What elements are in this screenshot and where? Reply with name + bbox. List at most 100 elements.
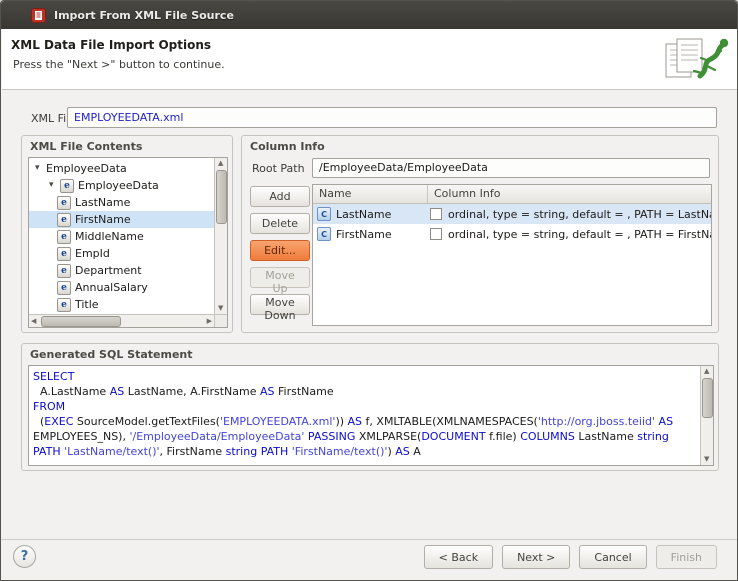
xml-element-icon: e [57, 264, 71, 278]
tree-item-label: Department [75, 264, 142, 277]
xml-tree[interactable]: ▾EmployeeData▾eEmployeeDataeLastNameeFir… [28, 157, 228, 328]
sql-string: 'EMPLOYEEDATA.xml' [220, 415, 335, 428]
column-header-info[interactable]: Column Info [428, 185, 711, 203]
xml-element-icon: e [57, 298, 71, 312]
tree-item-middlename[interactable]: eMiddleName [29, 228, 214, 245]
back-button[interactable]: < Back [424, 545, 493, 569]
sql-plain: ( [33, 415, 44, 428]
sql-line: FROM [33, 399, 696, 414]
sql-keyword: DOCUMENT [421, 430, 485, 443]
sql-plain: LastName, A.FirstName [124, 385, 260, 398]
table-cell-name: CLastName [313, 207, 428, 221]
table-cell-info: ordinal, type = string, default = , PATH… [428, 208, 711, 221]
add-button[interactable]: Add [250, 186, 310, 207]
tree-hscroll-thumb[interactable] [41, 316, 121, 327]
sql-keyword: COLUMNS [520, 430, 575, 443]
ordinal-checkbox[interactable] [430, 208, 442, 220]
tree-item-title[interactable]: eTitle [29, 296, 214, 313]
generated-sql-group: Generated SQL Statement SELECT A.LastNam… [21, 343, 719, 471]
scroll-left-icon[interactable]: ◀ [31, 318, 36, 325]
xml-element-icon: e [57, 196, 71, 210]
sql-plain: LastName [575, 430, 637, 443]
xml-element-icon: e [57, 213, 71, 227]
sql-plain: f, XMLTABLE(XMLNAMESPACES( [362, 415, 538, 428]
import-xml-dialog: Import From XML File Source XML Data Fil… [0, 0, 738, 581]
sql-string: 'LastName/text()' [64, 445, 159, 458]
sql-keyword: PATH [33, 445, 61, 458]
titlebar[interactable]: Import From XML File Source [1, 1, 737, 29]
move-down-button[interactable]: Move Down [250, 294, 310, 315]
sql-plain: )) [335, 415, 347, 428]
root-path-value: /EmployeeData/EmployeeData [319, 161, 488, 174]
column-header-name[interactable]: Name [313, 185, 428, 203]
sql-string: '/EmployeeData/EmployeeData' [129, 430, 304, 443]
columns-table-header[interactable]: Name Column Info [313, 185, 711, 204]
sql-keyword: string [637, 430, 669, 443]
tree-item-lastname[interactable]: eLastName [29, 194, 214, 211]
tree-item-annualsalary[interactable]: eAnnualSalary [29, 279, 214, 296]
wizard-header: XML Data File Import Options Press the "… [2, 29, 738, 90]
help-button[interactable]: ? [13, 545, 36, 568]
tree-item-label: EmpId [75, 247, 110, 260]
column-name-label: FirstName [336, 228, 392, 241]
sql-string: 'FirstName/text()' [292, 445, 388, 458]
table-cell-name: C FirstName [313, 227, 428, 241]
cancel-button[interactable]: Cancel [579, 545, 646, 569]
sql-keyword: AS [659, 415, 674, 428]
tree-item-label: MiddleName [75, 230, 144, 243]
column-icon: C [317, 227, 331, 241]
columns-table-body: CLastNameordinal, type = string, default… [313, 204, 711, 244]
scroll-down-icon[interactable]: ▼ [704, 456, 709, 463]
sql-keyword: SELECT [33, 370, 74, 383]
scroll-up-icon[interactable]: ▲ [218, 160, 223, 167]
chevron-down-icon[interactable]: ▾ [49, 180, 60, 191]
group-title-generated-sql: Generated SQL Statement [30, 348, 193, 361]
table-cell-info: ordinal, type = string, default = , PATH… [428, 228, 711, 241]
table-row-firstname[interactable]: C FirstName ordinal, type = string, defaul… [313, 224, 711, 244]
scroll-up-icon[interactable]: ▲ [704, 368, 709, 375]
sql-plain: SourceModel.getTextFiles( [73, 415, 220, 428]
next-button[interactable]: Next > [502, 545, 570, 569]
sql-plain: A.LastName [33, 385, 110, 398]
tree-item-firstname[interactable]: eFirstName [29, 211, 214, 228]
sql-statement-box[interactable]: SELECT A.LastName AS LastName, A.FirstNa… [28, 365, 714, 466]
tree-item-department[interactable]: e Department [29, 262, 214, 279]
tree-vscroll-thumb[interactable] [216, 170, 227, 224]
column-info-text: ordinal, type = string, default = , PATH… [448, 228, 711, 241]
xml-file-value: EMPLOYEEDATA.xml [74, 111, 183, 124]
chevron-down-icon[interactable]: ▾ [35, 163, 46, 174]
table-row-lastname[interactable]: CLastNameordinal, type = string, default… [313, 204, 711, 224]
tree-item-label: EmployeeData [46, 162, 127, 175]
sql-vscroll-thumb[interactable] [702, 378, 713, 418]
columns-table[interactable]: Name Column Info CLastNameordinal, type … [312, 184, 712, 326]
edit-button[interactable]: Edit... [250, 240, 310, 261]
column-buttons: Add Delete Edit... Move Up Move Down [250, 186, 310, 321]
sql-plain: , FirstName [160, 445, 226, 458]
scroll-right-icon[interactable]: ▶ [207, 318, 212, 325]
sql-vertical-scrollbar[interactable]: ▲ ▼ [700, 366, 713, 465]
tree-vertical-scrollbar[interactable]: ▲ ▼ [214, 158, 227, 314]
sql-line: SELECT [33, 369, 696, 384]
page-title: XML Data File Import Options [11, 38, 211, 52]
sql-line: (EXEC SourceModel.getTextFiles('EMPLOYEE… [33, 414, 696, 459]
sql-text: SELECT A.LastName AS LastName, A.FirstNa… [29, 366, 700, 465]
finish-button[interactable]: Finish [656, 545, 717, 569]
scroll-down-icon[interactable]: ▼ [218, 305, 223, 312]
delete-button[interactable]: Delete [250, 213, 310, 234]
xml-file-contents-group: XML File Contents ▾EmployeeData▾eEmploye… [21, 135, 233, 333]
root-path-field[interactable]: /EmployeeData/EmployeeData [312, 158, 710, 178]
xml-file-field[interactable]: EMPLOYEEDATA.xml [67, 107, 717, 128]
tree-horizontal-scrollbar[interactable]: ◀ ▶ [29, 314, 214, 327]
sql-keyword: FROM [33, 400, 65, 413]
sql-keyword: PATH [261, 445, 289, 458]
tree-item-employeedata[interactable]: ▾eEmployeeData [29, 177, 214, 194]
footer-separator [1, 539, 738, 540]
scrollbar-corner [214, 314, 227, 327]
tree-item-employeedata[interactable]: ▾EmployeeData [29, 160, 214, 177]
tree-item-label: EmployeeData [78, 179, 159, 192]
column-info-group: Column Info Root Path /EmployeeData/Empl… [241, 135, 719, 333]
ordinal-checkbox[interactable] [430, 228, 442, 240]
move-up-button[interactable]: Move Up [250, 267, 310, 288]
sql-string: 'http://org.jboss.teiid' [538, 415, 655, 428]
tree-item-empid[interactable]: eEmpId [29, 245, 214, 262]
